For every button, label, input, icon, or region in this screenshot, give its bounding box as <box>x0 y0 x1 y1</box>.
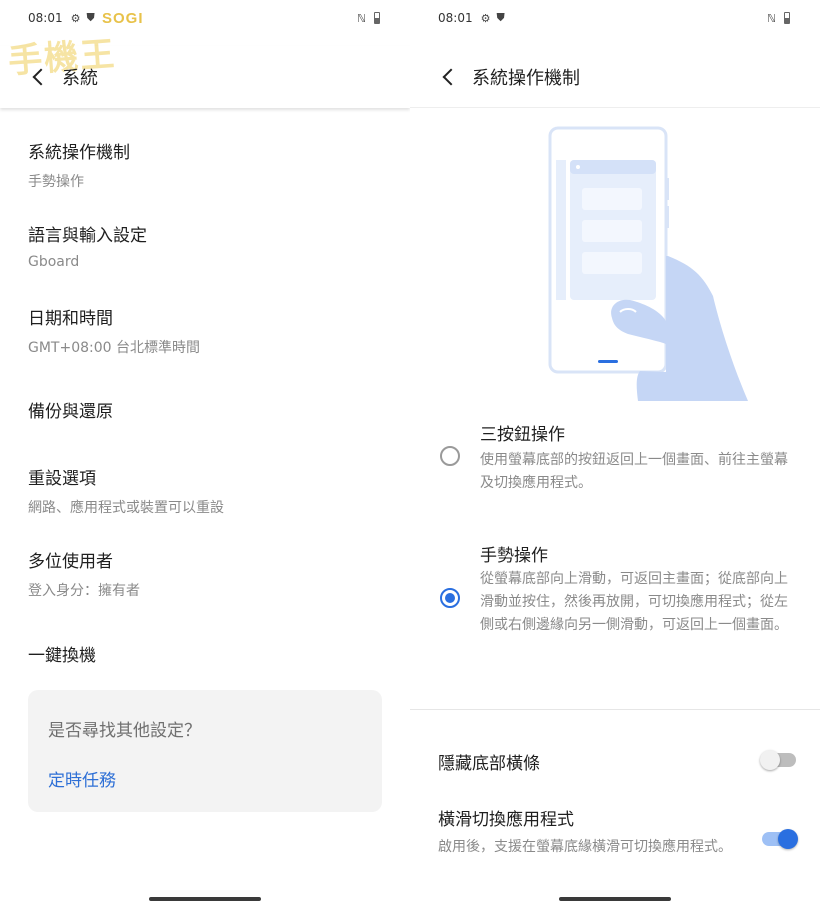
gesture-navigation-bar[interactable] <box>559 897 671 901</box>
toggle-swipe-switch-apps[interactable] <box>762 829 798 849</box>
setting-title: 橫滑切換應用程式 <box>438 810 574 830</box>
toggle-knob <box>760 750 780 770</box>
section-divider <box>410 709 820 710</box>
settings-gear-icon: ⚙ <box>480 11 491 25</box>
app-bar: 系統操作機制 <box>410 46 820 108</box>
back-arrow-icon[interactable] <box>30 68 48 86</box>
list-item-system-navigation[interactable]: 系統操作機制 手勢操作 <box>28 138 390 191</box>
gesture-navigation-bar[interactable] <box>149 897 261 901</box>
toggle-knob <box>778 829 798 849</box>
status-time: 08:01 <box>438 11 473 25</box>
option-description: 使用螢幕底部的按鈕返回上一個畫面、前往主螢幕及切換應用程式。 <box>480 452 788 491</box>
suggestion-link-scheduled-tasks[interactable]: 定時任務 <box>48 766 116 791</box>
app-bar: 系統 <box>0 46 410 108</box>
item-title: 重設選項 <box>28 469 96 489</box>
setting-subtitle: 啟用後，支援在螢幕底緣橫滑可切換應用程式。 <box>438 839 732 855</box>
suggestion-card: 是否尋找其他設定？ 定時任務 <box>28 690 382 812</box>
item-title: 備份與還原 <box>28 402 113 422</box>
option-gesture-navigation[interactable]: 手勢操作 從螢幕底部向上滑動，可返回主畫面；從底部向上滑動並按住，然後再放開，可… <box>440 541 800 661</box>
setting-swipe-switch-apps[interactable]: 橫滑切換應用程式 啟用後，支援在螢幕底緣橫滑可切換應用程式。 <box>438 805 800 859</box>
nfc-icon: ℕ <box>357 11 366 25</box>
suggestion-question: 是否尋找其他設定？ <box>48 721 201 741</box>
setting-title: 隱藏底部橫條 <box>438 754 540 774</box>
list-item-backup-restore[interactable]: 備份與還原 <box>28 397 390 422</box>
item-subtitle: 網路、應用程式或裝置可以重設 <box>28 500 224 516</box>
item-title: 語言與輸入設定 <box>28 226 147 246</box>
nfc-icon: ℕ <box>767 11 776 25</box>
status-time: 08:01 <box>28 11 63 25</box>
shield-icon: ⛊ <box>496 11 505 24</box>
item-title: 日期和時間 <box>28 309 113 329</box>
setting-hide-bottom-bar[interactable]: 隱藏底部橫條 <box>438 749 800 774</box>
system-settings-screen: 08:01 ⚙ ⛊ ℕ SOGI 手機王 系統 系統操作機制 手勢操作 語言與輸… <box>0 0 410 911</box>
battery-icon <box>374 12 380 24</box>
gesture-navigation-illustration <box>548 126 748 401</box>
item-title: 系統操作機制 <box>28 143 130 163</box>
status-bar: 08:01 ⚙ ⛊ ℕ <box>28 8 380 28</box>
status-bar: 08:01 ⚙ ⛊ ℕ <box>438 8 790 28</box>
radio-gesture[interactable] <box>440 588 460 608</box>
battery-icon <box>784 12 790 24</box>
item-subtitle: 登入身分：擁有者 <box>28 583 140 599</box>
list-item-language-input[interactable]: 語言與輸入設定 Gboard <box>28 221 390 270</box>
toggle-hide-bottom-bar[interactable] <box>760 750 796 770</box>
page-title: 系統操作機制 <box>472 67 580 89</box>
radio-three-button[interactable] <box>440 446 460 466</box>
back-arrow-icon[interactable] <box>440 68 458 86</box>
item-subtitle: 手勢操作 <box>28 174 84 190</box>
item-subtitle: Gboard <box>28 254 80 270</box>
item-title: 一鍵換機 <box>28 646 96 666</box>
shield-icon: ⛊ <box>86 11 95 24</box>
settings-gear-icon: ⚙ <box>70 11 81 25</box>
option-title: 三按鈕操作 <box>480 425 565 445</box>
option-title: 手勢操作 <box>480 546 548 566</box>
list-item-phone-clone[interactable]: 一鍵換機 <box>28 641 390 666</box>
option-description: 從螢幕底部向上滑動，可返回主畫面；從底部向上滑動並按住，然後再放開，可切換應用程… <box>480 571 788 633</box>
page-title: 系統 <box>62 68 98 89</box>
system-navigation-screen: 08:01 ⚙ ⛊ ℕ 系統操作機制 三按鈕操作 使用螢幕底部的按鈕返回上一個畫… <box>410 0 820 911</box>
list-item-reset-options[interactable]: 重設選項 網路、應用程式或裝置可以重設 <box>28 464 390 517</box>
list-item-multiple-users[interactable]: 多位使用者 登入身分：擁有者 <box>28 547 390 600</box>
item-subtitle: GMT+08:00 台北標準時間 <box>28 340 201 356</box>
item-title: 多位使用者 <box>28 552 113 572</box>
option-three-button-navigation[interactable]: 三按鈕操作 使用螢幕底部的按鈕返回上一個畫面、前往主螢幕及切換應用程式。 <box>440 420 800 500</box>
list-item-date-time[interactable]: 日期和時間 GMT+08:00 台北標準時間 <box>28 304 390 357</box>
